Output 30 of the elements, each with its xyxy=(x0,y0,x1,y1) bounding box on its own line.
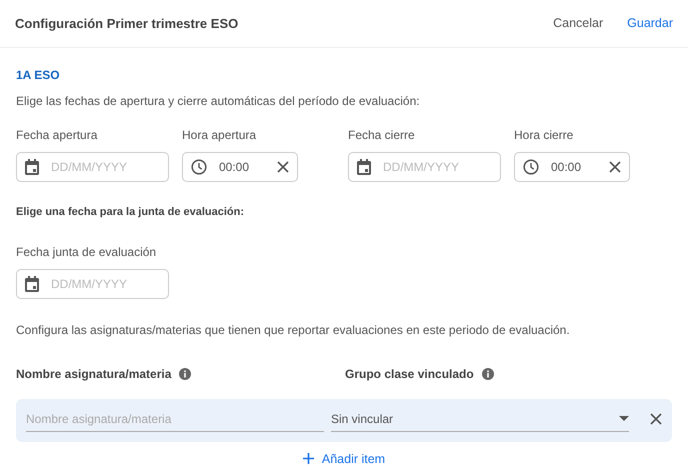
instruction-text: Elige las fechas de apertura y cierre automáticas del período de evaluación: xyxy=(16,93,421,110)
info-icon xyxy=(482,368,494,380)
dialog-title: Configuración Primer trimestre ESO xyxy=(15,14,238,33)
time-field[interactable]: 00:00 xyxy=(182,152,298,182)
field-label: Fecha apertura xyxy=(16,127,98,144)
calendar-icon xyxy=(25,159,39,175)
info-icon xyxy=(179,368,192,380)
caret-icon xyxy=(619,416,629,421)
group-name: 1A ESO xyxy=(16,67,61,84)
section-heading: Elige una fecha para la junta de evaluación: xyxy=(16,205,246,220)
remove-icon[interactable] xyxy=(650,413,662,425)
group-select[interactable]: Sin vincular xyxy=(331,406,629,432)
field-label: Fecha junta de evaluación xyxy=(16,244,158,260)
cancel-button[interactable]: Cancelar xyxy=(553,14,604,33)
calendar-icon xyxy=(357,159,371,175)
clock-icon xyxy=(191,159,207,175)
calendar-icon xyxy=(25,276,39,292)
clock-icon xyxy=(523,159,539,175)
plus-icon xyxy=(302,453,314,464)
clear-icon[interactable] xyxy=(609,161,621,173)
description-text: Configura las asignaturas/materias que tienen que reportar evaluaciones en este periodo de evaluación. xyxy=(16,322,571,338)
field-label: Hora cierre xyxy=(514,127,574,144)
field-label: Hora apertura xyxy=(182,127,258,144)
clear-icon[interactable] xyxy=(277,161,289,173)
field-label: Fecha cierre xyxy=(348,127,416,144)
time-field[interactable]: 00:00 xyxy=(514,152,630,182)
column-header: Grupo clase vinculado xyxy=(345,366,474,382)
add-item-button[interactable]: Añadir item xyxy=(302,450,386,465)
column-header: Nombre asignatura/materia xyxy=(16,366,172,382)
save-button[interactable]: Guardar xyxy=(627,14,673,33)
